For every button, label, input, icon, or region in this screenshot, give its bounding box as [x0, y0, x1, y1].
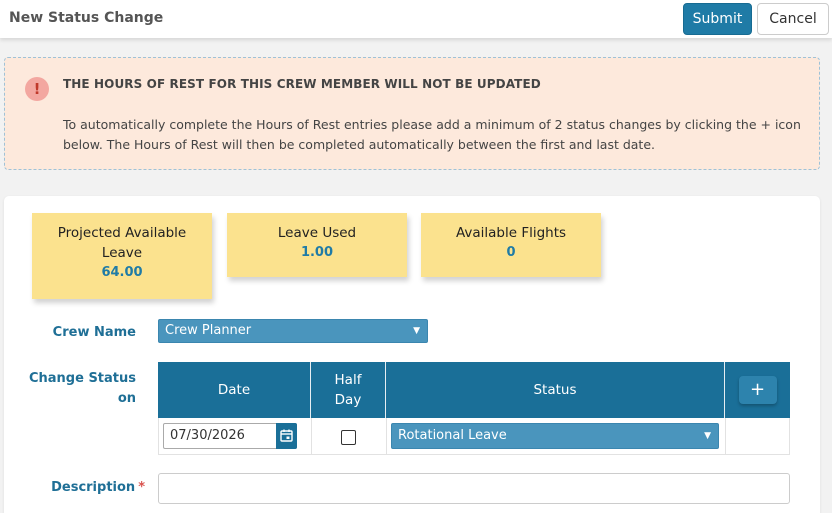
- half-day-cell: [312, 418, 387, 454]
- add-column: +: [725, 362, 790, 418]
- column-header-status: Status: [386, 362, 725, 418]
- stat-projected-available-leave: Projected Available Leave 64.00: [32, 213, 212, 299]
- add-status-button[interactable]: +: [738, 376, 777, 404]
- warning-alert: ! THE HOURS OF REST FOR THIS CREW MEMBER…: [4, 57, 820, 170]
- stat-value: 64.00: [101, 265, 143, 280]
- alert-body: To automatically complete the Hours of R…: [63, 117, 801, 152]
- crew-name-value: Crew Planner: [165, 323, 252, 338]
- top-bar: New Status Change Submit Cancel: [0, 0, 832, 38]
- description-input[interactable]: [158, 473, 790, 504]
- date-cell: 07/30/2026: [159, 418, 312, 454]
- calendar-icon: [280, 429, 293, 442]
- stat-value: 0: [506, 245, 516, 260]
- calendar-button[interactable]: [276, 423, 297, 449]
- column-header-half-day: Half Day: [311, 362, 386, 418]
- stat-label: Available Flights: [455, 225, 567, 241]
- required-marker: *: [138, 480, 145, 495]
- chevron-down-icon: ▼: [704, 431, 711, 441]
- status-select[interactable]: Rotational Leave ▼: [391, 423, 719, 449]
- stat-label: Leave Used: [277, 225, 357, 241]
- cancel-button[interactable]: Cancel: [757, 3, 829, 35]
- description-label: Description *: [20, 480, 145, 495]
- status-value: Rotational Leave: [398, 428, 507, 443]
- stat-available-flights: Available Flights 0: [421, 213, 601, 277]
- date-value: 07/30/2026: [170, 428, 245, 443]
- half-day-checkbox[interactable]: [341, 430, 356, 445]
- stat-label: Projected Available Leave: [57, 225, 187, 261]
- date-input[interactable]: 07/30/2026: [163, 423, 297, 449]
- exclamation-icon: !: [25, 77, 49, 101]
- crew-name-label: Crew Name: [52, 325, 136, 340]
- status-grid-header: Date Half Day Status +: [158, 362, 790, 418]
- page-title: New Status Change: [9, 10, 164, 26]
- submit-button[interactable]: Submit: [683, 3, 752, 35]
- table-row: 07/30/2026 Rotational Leave ▼: [158, 418, 790, 455]
- stat-leave-used: Leave Used 1.00: [227, 213, 407, 277]
- stat-value: 1.00: [300, 245, 334, 260]
- status-cell: Rotational Leave ▼: [387, 418, 726, 454]
- chevron-down-icon: ▼: [413, 326, 420, 336]
- description-label-text: Description: [51, 480, 136, 495]
- change-status-label: Change Status on: [28, 371, 136, 406]
- column-header-date: Date: [158, 362, 311, 418]
- alert-title: THE HOURS OF REST FOR THIS CREW MEMBER W…: [63, 77, 541, 91]
- crew-name-select[interactable]: Crew Planner ▼: [158, 319, 428, 343]
